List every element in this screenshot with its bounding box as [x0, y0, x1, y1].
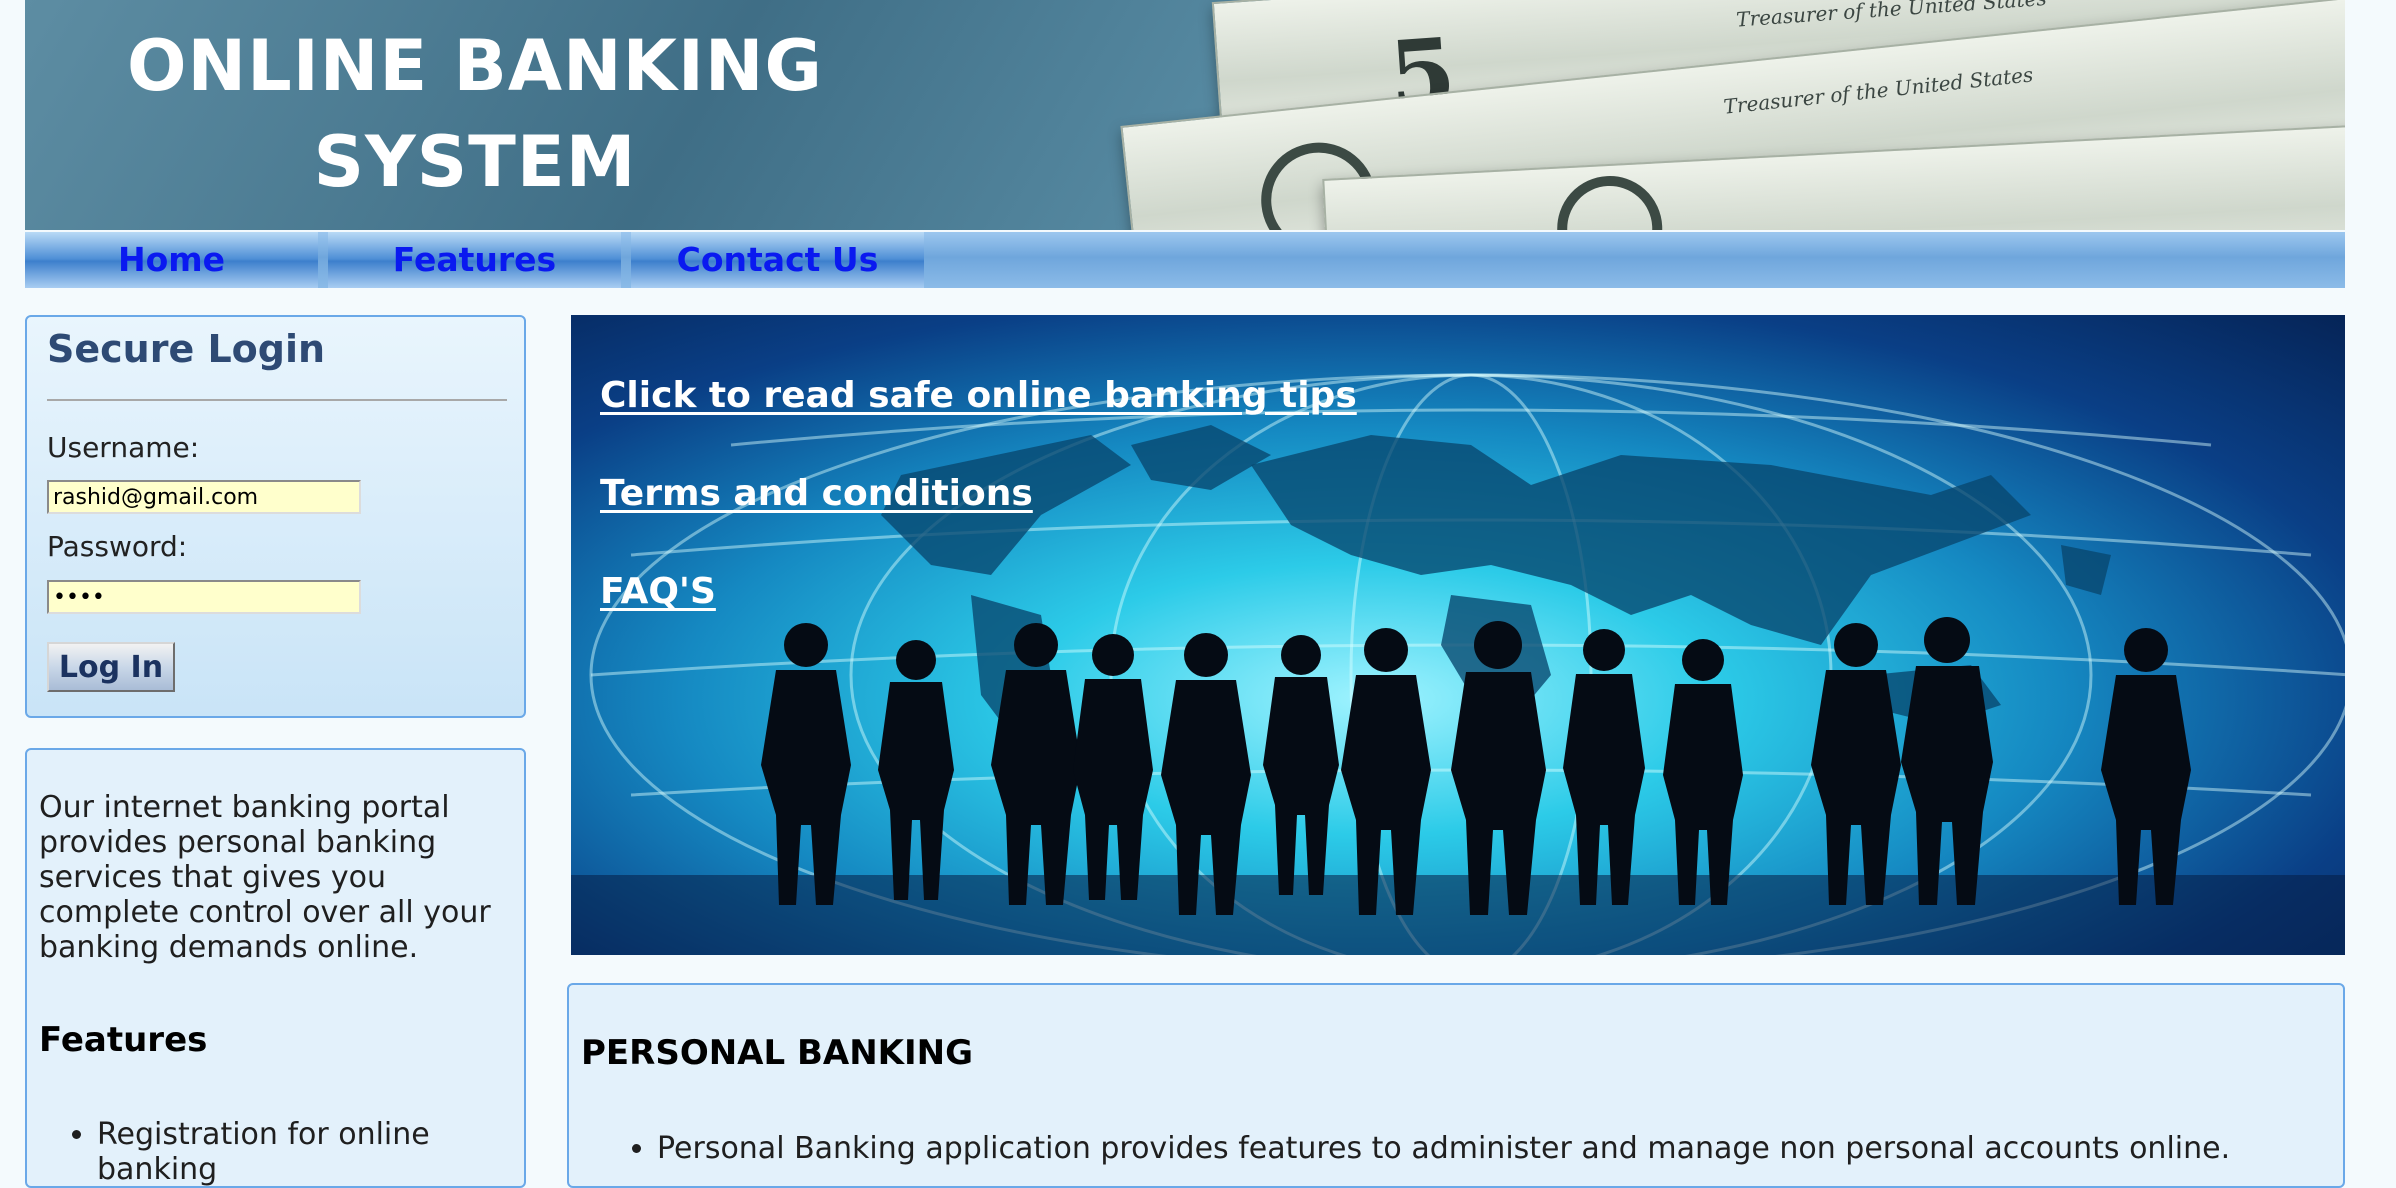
login-button[interactable]: Log In: [47, 642, 175, 692]
list-item: Personal Banking application provides fe…: [657, 1131, 2329, 1166]
money-image: 5 Treasurer of the United States Treasur…: [1065, 0, 2345, 230]
header-banner: 5 Treasurer of the United States Treasur…: [25, 0, 2345, 230]
info-panel: Our internet banking portal provides per…: [25, 748, 526, 1188]
portal-description: Our internet banking portal provides per…: [39, 790, 491, 965]
nav-contact-us[interactable]: Contact Us: [631, 232, 924, 288]
username-label: Username:: [47, 431, 200, 464]
site-title: ONLINE BANKING SYSTEM: [127, 25, 823, 203]
username-input[interactable]: [47, 480, 361, 514]
nav-features[interactable]: Features: [328, 232, 621, 288]
safe-banking-tips-link[interactable]: Click to read safe online banking tips: [600, 375, 1357, 416]
list-item: Registration for online banking: [97, 1117, 509, 1187]
personal-banking-panel: PERSONAL BANKING Personal Banking applic…: [567, 983, 2345, 1188]
password-label: Password:: [47, 530, 188, 563]
nav-home[interactable]: Home: [25, 232, 318, 288]
login-title: Secure Login: [47, 327, 326, 371]
login-divider: [47, 399, 507, 401]
personal-banking-list: Personal Banking application provides fe…: [569, 1131, 2329, 1166]
features-heading: Features: [39, 1020, 208, 1060]
faqs-link[interactable]: FAQ'S: [600, 571, 716, 612]
hero-image: Click to read safe online banking tips T…: [571, 315, 2345, 955]
nav-bar: Home Features Contact Us: [25, 232, 2345, 288]
personal-banking-heading: PERSONAL BANKING: [581, 1033, 974, 1073]
login-panel: Secure Login Username: Password: Log In: [25, 315, 526, 718]
features-list: Registration for online banking: [39, 1117, 509, 1187]
terms-and-conditions-link[interactable]: Terms and conditions: [600, 473, 1033, 514]
password-input[interactable]: [47, 580, 361, 614]
